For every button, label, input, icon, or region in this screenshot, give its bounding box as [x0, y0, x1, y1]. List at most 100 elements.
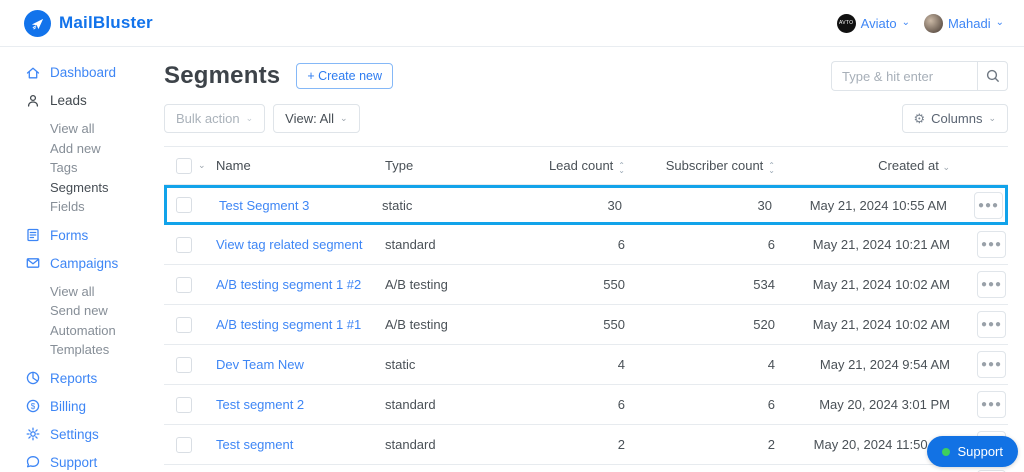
sidebar-subitem-view-all[interactable]: View all: [50, 282, 164, 302]
sidebar-item-leads[interactable]: Leads: [25, 91, 164, 110]
gear-icon: [25, 426, 41, 442]
row-checkbox[interactable]: [176, 396, 192, 413]
segment-name-cell: Test Segment 3: [219, 198, 382, 213]
sidebar-subsection-campaigns: View all Send new Automation Templates: [50, 282, 164, 360]
row-actions-button[interactable]: ●●●: [977, 391, 1006, 418]
subscriber-count-cell: 6: [767, 237, 775, 252]
table-row: Test Segment 3 static 30 30 May 21, 2024 10:…: [164, 185, 1008, 225]
sidebar-item-reports[interactable]: Reports: [25, 369, 164, 388]
segment-name-link[interactable]: Test segment 2: [216, 397, 304, 412]
table-row: Test segment standard 2 2 May 20, 2024 11:50…: [164, 425, 1008, 465]
table-body: Test Segment 3 static 30 30 May 21, 2024 10:…: [164, 185, 1008, 465]
sidebar-subitem-templates[interactable]: Templates: [50, 340, 164, 360]
sidebar-subitem-segments[interactable]: Segments: [50, 178, 164, 198]
column-header-subscriber-count[interactable]: Subscriber count ⌃ ⌄: [625, 158, 775, 174]
sidebar-item-dashboard[interactable]: Dashboard: [25, 63, 164, 82]
lead-count-cell: 4: [617, 357, 625, 372]
sidebar-subitem-add-new[interactable]: Add new: [50, 139, 164, 159]
mailbluster-logo[interactable]: MailBluster: [24, 9, 153, 37]
created-at-cell: May 20, 2024 11:50 AM: [813, 437, 950, 452]
sidebar-subitem-fields[interactable]: Fields: [50, 197, 164, 217]
sidebar-subitem-tags[interactable]: Tags: [50, 158, 164, 178]
gear-icon: ⚙: [913, 111, 926, 126]
row-checkbox[interactable]: [176, 356, 192, 373]
select-all-checkbox[interactable]: [176, 157, 192, 174]
column-header-name[interactable]: Name: [216, 158, 385, 173]
created-at-cell: May 20, 2024 3:01 PM: [819, 397, 950, 412]
chevron-down-icon: ⌄: [995, 17, 1004, 28]
workspace-menu[interactable]: AVTO Aviato ⌄: [836, 13, 910, 33]
lead-count-cell: 30: [607, 197, 622, 213]
column-header-lead-count[interactable]: Lead count ⌃ ⌄: [535, 158, 625, 174]
row-actions-button[interactable]: ●●●: [977, 351, 1006, 378]
segment-name-link[interactable]: Dev Team New: [216, 357, 304, 372]
row-checkbox[interactable]: [176, 316, 192, 333]
row-actions-cell: ●●●: [950, 271, 1008, 298]
sidebar-item-label: Leads: [50, 93, 87, 108]
row-checkbox-cell: [164, 276, 216, 293]
sidebar-item-support[interactable]: Support: [25, 453, 164, 472]
row-actions-button[interactable]: ●●●: [977, 271, 1006, 298]
row-checkbox[interactable]: [176, 236, 192, 253]
column-header-created-at[interactable]: Created at ⌄: [775, 158, 950, 173]
user-menu[interactable]: Mahadi ⌄: [923, 13, 1004, 33]
bulk-action-label: Bulk action: [176, 111, 240, 126]
dollar-icon: $: [25, 398, 41, 414]
sidebar-item-label: Campaigns: [50, 255, 119, 271]
sidebar-item-forms[interactable]: Forms: [25, 226, 164, 245]
row-actions-button[interactable]: ●●●: [977, 311, 1006, 338]
search-group: [831, 61, 1008, 91]
sidebar-subitem-send-new[interactable]: Send new: [50, 301, 164, 321]
bulk-action-button[interactable]: Bulk action ⌄: [164, 104, 266, 133]
row-actions-button[interactable]: ●●●: [974, 191, 1003, 219]
svg-text:$: $: [31, 402, 36, 411]
lead-count-cell: 550: [603, 277, 625, 292]
segment-name-link[interactable]: A/B testing segment 1 #2: [216, 277, 361, 292]
columns-button[interactable]: ⚙ Columns ⌄: [901, 104, 1008, 133]
search-button[interactable]: [977, 61, 1008, 91]
sidebar-item-campaigns[interactable]: Campaigns: [25, 254, 164, 273]
row-checkbox[interactable]: [176, 197, 192, 213]
table-row: View tag related segment standard 6 6 May 21…: [164, 225, 1008, 265]
sidebar-subitem-view-all[interactable]: View all: [50, 119, 164, 139]
table-header-row: ⌄ Name Type Lead count ⌃ ⌄ Subscriber coun…: [164, 146, 1008, 185]
subscriber-count-cell: 6: [767, 397, 775, 412]
page-header: Segments + Create new: [164, 61, 1008, 91]
segment-type-cell: standard: [385, 437, 436, 452]
support-chat-button[interactable]: Support: [927, 436, 1018, 467]
row-actions-cell: ●●●: [950, 311, 1008, 338]
sidebar-subitem-automation[interactable]: Automation: [50, 321, 164, 341]
create-new-button[interactable]: + Create new: [296, 63, 394, 89]
view-filter-button[interactable]: View: All ⌄: [273, 104, 360, 133]
created-at-cell: May 21, 2024 10:02 AM: [812, 277, 950, 292]
lead-count-cell: 550: [603, 317, 625, 332]
segment-name-link[interactable]: Test Segment 3: [219, 198, 309, 213]
search-input[interactable]: [831, 61, 977, 91]
sidebar-item-billing[interactable]: $ Billing: [25, 397, 164, 416]
column-header-type[interactable]: Type: [385, 158, 535, 173]
segments-table: ⌄ Name Type Lead count ⌃ ⌄ Subscriber coun…: [164, 146, 1008, 472]
page-title: Segments: [164, 62, 281, 89]
sidebar-item-label: Reports: [50, 370, 98, 386]
row-actions-button[interactable]: ●●●: [977, 231, 1006, 258]
subscriber-count-cell: 534: [753, 277, 775, 292]
created-at-cell: May 21, 2024 10:55 AM: [809, 197, 947, 213]
user-name: Mahadi: [947, 15, 991, 31]
table-row: A/B testing segment 1 #1 A/B testing 550 52…: [164, 305, 1008, 345]
segment-name-link[interactable]: A/B testing segment 1 #1: [216, 317, 361, 332]
online-status-icon: [942, 447, 951, 456]
user-photo-avatar: [923, 13, 943, 33]
segment-name-link[interactable]: View tag related segment: [216, 237, 362, 252]
sidebar-item-settings[interactable]: Settings: [25, 425, 164, 444]
created-at-cell: May 21, 2024 10:02 AM: [812, 317, 950, 332]
segment-type-cell: A/B testing: [385, 317, 448, 332]
segment-name-cell: A/B testing segment 1 #1: [216, 317, 385, 332]
sidebar-item-label: Support: [50, 454, 98, 470]
segment-name-cell: Test segment 2: [216, 397, 385, 412]
chevron-down-icon[interactable]: ⌄: [198, 161, 206, 170]
row-checkbox[interactable]: [176, 276, 192, 293]
row-checkbox[interactable]: [176, 436, 192, 453]
subscriber-count-cell: 4: [767, 357, 775, 372]
workspace-name: Aviato: [860, 15, 897, 31]
segment-name-link[interactable]: Test segment: [216, 437, 293, 452]
